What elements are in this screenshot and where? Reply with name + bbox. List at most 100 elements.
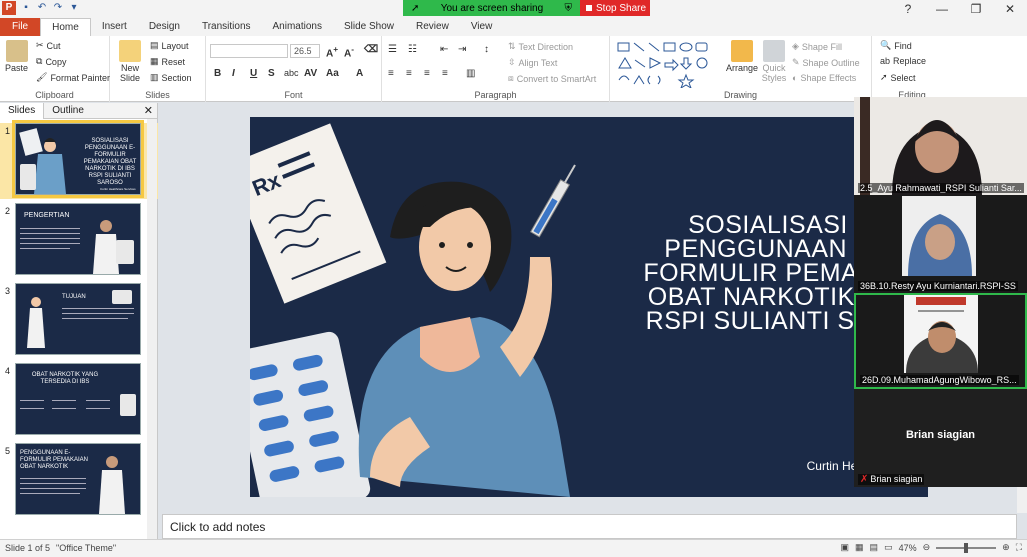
slide-thumbnail-4[interactable]: 4 OBAT NARKOTIK YANG TERSEDIA DI IBS bbox=[0, 363, 158, 439]
slide-thumbnail-5[interactable]: 5 PENGGUNAAN E-FORMULIR PEMAKAIAN OBAT N… bbox=[0, 443, 158, 519]
participant-tile[interactable]: Brian siagian ✗ Brian siagian bbox=[854, 389, 1027, 487]
text-direction-button[interactable]: ⇅ Text Direction bbox=[508, 41, 573, 52]
align-right-button[interactable]: ≡ bbox=[424, 68, 430, 79]
line-spacing-button[interactable]: ↕ bbox=[484, 44, 489, 55]
close-panel-icon[interactable]: ✕ bbox=[144, 104, 153, 117]
align-text-button[interactable]: ⇳ Align Text bbox=[508, 57, 557, 68]
shapes-gallery[interactable] bbox=[616, 40, 720, 88]
tab-slide-show[interactable]: Slide Show bbox=[333, 18, 405, 36]
tab-transitions[interactable]: Transitions bbox=[191, 18, 262, 36]
convert-smartart-button[interactable]: ⧈ Convert to SmartArt bbox=[508, 73, 596, 84]
undo-icon[interactable]: ↶ bbox=[36, 2, 48, 14]
brush-icon: 🖌 bbox=[36, 72, 48, 82]
font-color-button[interactable]: A bbox=[356, 68, 363, 79]
zoom-out-icon[interactable]: ⊖ bbox=[923, 542, 931, 553]
spacing-button[interactable]: AV bbox=[304, 68, 317, 79]
panel-scrollbar[interactable] bbox=[147, 119, 157, 539]
format-painter-button[interactable]: 🖌 Format Painter bbox=[36, 72, 110, 83]
notes-field[interactable]: Click to add notes bbox=[162, 514, 1017, 539]
decrease-indent-button[interactable]: ⇤ bbox=[440, 44, 448, 55]
grow-font-button[interactable]: A+ bbox=[326, 44, 338, 59]
slide-thumbnail-2[interactable]: 2 PENGERTIAN bbox=[0, 203, 158, 279]
panel-tabs: Slides Outline ✕ bbox=[0, 102, 157, 119]
zoom-slider[interactable] bbox=[936, 542, 997, 553]
slide-counter: Slide 1 of 5 bbox=[5, 543, 51, 553]
arrange-button[interactable]: Arrange bbox=[726, 40, 758, 73]
italic-button[interactable]: I bbox=[232, 68, 235, 79]
slideshow-view-icon[interactable]: ▭ bbox=[884, 542, 893, 553]
reading-view-icon[interactable]: ▤ bbox=[870, 542, 879, 553]
tab-view[interactable]: View bbox=[460, 18, 504, 36]
replace-button[interactable]: ab Replace bbox=[880, 56, 926, 66]
fit-to-window-icon[interactable]: ⛶ bbox=[1016, 542, 1022, 553]
tab-home[interactable]: Home bbox=[40, 18, 91, 36]
tab-design[interactable]: Design bbox=[138, 18, 191, 36]
increase-indent-button[interactable]: ⇥ bbox=[458, 44, 466, 55]
reset-button[interactable]: ▦ Reset bbox=[150, 56, 185, 67]
participant-tile[interactable]: 36B.10.Resty Ayu Kurniantari.RSPI-SS bbox=[854, 196, 1027, 293]
zoom-level[interactable]: 47% bbox=[899, 543, 917, 553]
shrink-font-button[interactable]: A- bbox=[344, 44, 354, 59]
shape-effects-button[interactable]: ◐ Shape Effects bbox=[792, 73, 856, 83]
cut-button[interactable]: ✂ Cut bbox=[36, 40, 61, 51]
clear-format-button[interactable]: ⌫ bbox=[364, 44, 378, 55]
font-label: Font bbox=[284, 90, 303, 100]
cursor-icon: ➚ bbox=[880, 72, 888, 82]
tab-review[interactable]: Review bbox=[405, 18, 460, 36]
zoom-slider-thumb[interactable] bbox=[964, 542, 969, 553]
tab-file[interactable]: File bbox=[0, 18, 41, 36]
customize-toolbar-icon[interactable]: ▾ bbox=[68, 2, 80, 14]
quick-styles-button[interactable]: Quick Styles bbox=[760, 40, 788, 83]
tab-slides[interactable]: Slides bbox=[0, 102, 45, 119]
tab-outline[interactable]: Outline bbox=[44, 103, 92, 119]
tab-insert[interactable]: Insert bbox=[91, 18, 138, 36]
slides-panel: Slides Outline ✕ 1 SOSIALISASI PENGGUNAA… bbox=[0, 102, 158, 539]
shape-fill-button[interactable]: ◈ Shape Fill bbox=[792, 41, 842, 52]
select-button[interactable]: ➚ Select bbox=[880, 72, 916, 83]
layout-button[interactable]: ▤ Layout bbox=[150, 40, 189, 51]
strikethrough-button[interactable]: abc bbox=[284, 68, 299, 78]
save-icon[interactable]: ▪ bbox=[20, 2, 32, 14]
align-left-button[interactable]: ≡ bbox=[388, 68, 394, 79]
slide-thumbnail-1[interactable]: 1 SOSIALISASI PENGGUNAAN E-FORMULIR PEMA… bbox=[0, 120, 158, 199]
section-icon: ▥ bbox=[150, 72, 159, 82]
bullets-button[interactable]: ☰ bbox=[388, 44, 397, 55]
stop-share-button[interactable]: Stop Share bbox=[580, 0, 650, 16]
slide-editor: Rx SOSIALISASI PENGGUNAAN E FORMULIR PEM… bbox=[158, 103, 928, 513]
justify-button[interactable]: ≡ bbox=[442, 68, 448, 79]
slide-thumbnail-image: PENGGUNAAN E-FORMULIR PEMAKAIAN OBAT NAR… bbox=[15, 443, 141, 515]
section-button[interactable]: ▥ Section bbox=[150, 72, 192, 83]
numbering-button[interactable]: ☷ bbox=[408, 44, 417, 55]
current-slide[interactable]: Rx SOSIALISASI PENGGUNAAN E FORMULIR PEM… bbox=[250, 117, 928, 497]
redo-icon[interactable]: ↷ bbox=[52, 2, 64, 14]
shadow-button[interactable]: S bbox=[268, 68, 275, 79]
zoom-in-icon[interactable]: ⊕ bbox=[1002, 542, 1010, 553]
share-status[interactable]: ➚ You are screen sharing ⛨ bbox=[403, 0, 580, 16]
sorter-view-icon[interactable]: ▦ bbox=[855, 542, 864, 553]
doctor-illustration bbox=[93, 220, 134, 274]
font-family-select[interactable] bbox=[210, 44, 288, 58]
columns-button[interactable]: ▥ bbox=[466, 68, 475, 79]
align-center-button[interactable]: ≡ bbox=[406, 68, 412, 79]
thumbnail-title: SOSIALISASI PENGGUNAAN E-FORMULIR PEMAKA… bbox=[83, 138, 137, 186]
new-slide-button[interactable]: New Slide bbox=[116, 40, 144, 83]
close-button[interactable]: ✕ bbox=[993, 0, 1027, 18]
normal-view-icon[interactable]: ▣ bbox=[841, 542, 850, 553]
find-button[interactable]: 🔍 Find bbox=[880, 40, 912, 51]
copy-button[interactable]: ⧉ Copy bbox=[36, 56, 66, 67]
help-icon[interactable]: ? bbox=[891, 0, 925, 18]
share-status-text: You are screen sharing bbox=[440, 2, 544, 14]
slide-number: 5 bbox=[5, 446, 11, 456]
participant-tile[interactable]: 2.5_Ayu Rahmawati_RSPI Sulianti Sar... bbox=[854, 97, 1027, 195]
font-size-select[interactable]: 26.5 bbox=[290, 44, 320, 58]
underline-button[interactable]: U bbox=[250, 68, 257, 79]
shape-outline-button[interactable]: ✎ Shape Outline bbox=[792, 57, 860, 68]
paste-button[interactable]: Paste bbox=[5, 40, 28, 73]
slide-thumbnail-3[interactable]: 3 TUJUAN bbox=[0, 283, 158, 359]
change-case-button[interactable]: Aa bbox=[326, 68, 339, 79]
minimize-button[interactable]: — bbox=[925, 0, 959, 18]
participant-tile-active-speaker[interactable]: 26D.09.MuhamadAgungWibowo_RS... bbox=[854, 293, 1027, 389]
bold-button[interactable]: B bbox=[214, 68, 221, 79]
tab-animations[interactable]: Animations bbox=[262, 18, 333, 36]
restore-button[interactable]: ❐ bbox=[959, 0, 993, 18]
